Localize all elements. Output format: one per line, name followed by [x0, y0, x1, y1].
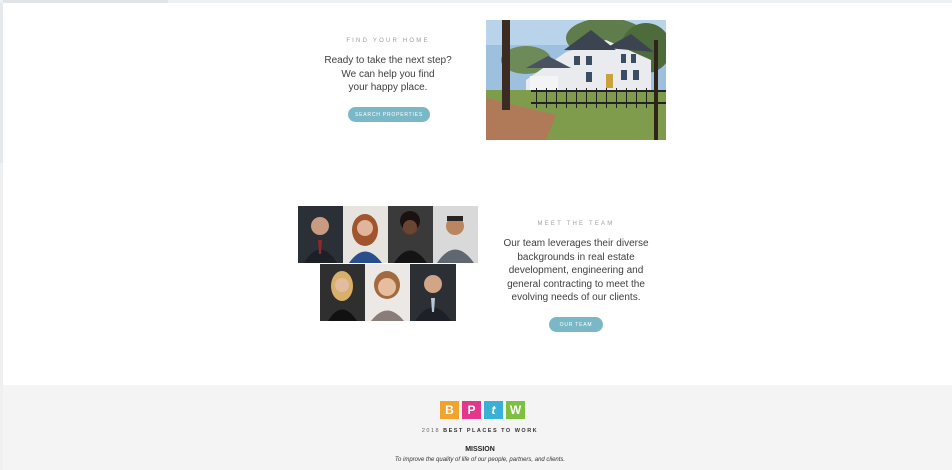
- award-text: 2018 BEST PLACES TO WORK: [380, 428, 580, 434]
- team-member-photo[interactable]: [298, 206, 343, 263]
- our-team-button[interactable]: OUR TEAM: [549, 317, 603, 332]
- find-home-line: your happy place.: [348, 82, 428, 93]
- team-line: general contracting to meet the: [507, 278, 645, 290]
- team-member-photo[interactable]: [343, 206, 388, 263]
- award-title: BEST PLACES TO WORK: [443, 428, 539, 434]
- mission-statement: To improve the quality of life of our pe…: [394, 457, 566, 463]
- side-panel-edge: [0, 3, 3, 163]
- search-properties-button[interactable]: SEARCH PROPERTIES: [348, 107, 430, 122]
- award-year: 2018: [421, 428, 441, 434]
- team-text: Our team leverages their diverse backgro…: [488, 237, 664, 305]
- browser-tab-edge: [0, 0, 168, 3]
- team-member-photo[interactable]: [410, 264, 456, 321]
- team-line: Our team leverages their diverse: [503, 238, 649, 249]
- team-line: evolving needs of our clients.: [511, 292, 641, 303]
- team-member-photo[interactable]: [388, 206, 433, 263]
- team-eyebrow: MEET THE TEAM: [537, 221, 615, 227]
- find-home-line: We can help you find: [341, 68, 435, 80]
- team-member-photo[interactable]: [320, 264, 365, 321]
- logo-letter: W: [506, 401, 525, 419]
- logo-letter: B: [440, 401, 459, 419]
- team-member-photo[interactable]: [365, 264, 410, 321]
- find-home-line: Ready to take the next step?: [324, 55, 452, 66]
- team-line: development, engineering and: [508, 265, 644, 276]
- logo-letter: P: [462, 401, 481, 419]
- find-home-eyebrow: FIND YOUR HOME: [346, 38, 430, 44]
- team-member-photo[interactable]: [433, 206, 478, 263]
- find-home-text: Ready to take the next step? We can help…: [300, 54, 476, 95]
- mission-title: MISSION: [465, 446, 495, 453]
- bptw-logo: B P t W: [440, 401, 525, 419]
- logo-letter: t: [484, 401, 503, 419]
- team-line: backgrounds in real estate: [517, 251, 635, 263]
- house-photo: [486, 20, 666, 140]
